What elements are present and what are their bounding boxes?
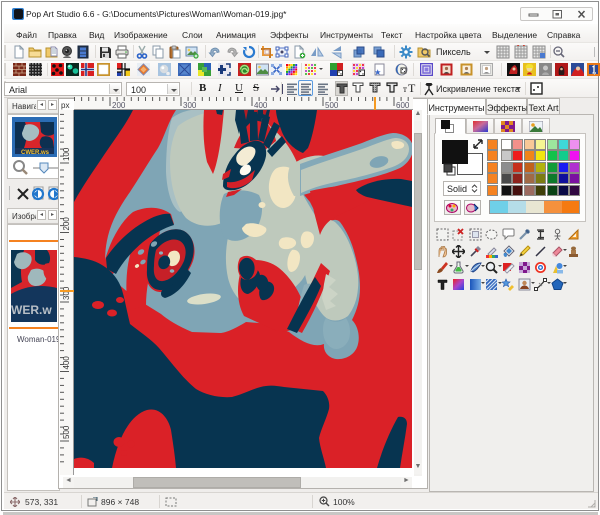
svg-text:CWER.ws: CWER.ws [21,150,50,156]
svg-text:T: T [408,81,416,94]
svg-text:600: 600 [396,101,410,110]
svg-text:200: 200 [62,217,71,231]
svg-text:400: 400 [254,101,268,110]
svg-text:200: 200 [112,101,126,110]
svg-text:300: 300 [62,286,71,300]
svg-text:500: 500 [62,425,71,439]
svg-text:т: т [403,84,407,94]
svg-text:100: 100 [62,147,71,161]
svg-text:500: 500 [325,101,339,110]
svg-text:WER.w: WER.w [11,303,52,317]
svg-text:300: 300 [183,101,197,110]
svg-text:400: 400 [62,356,71,370]
